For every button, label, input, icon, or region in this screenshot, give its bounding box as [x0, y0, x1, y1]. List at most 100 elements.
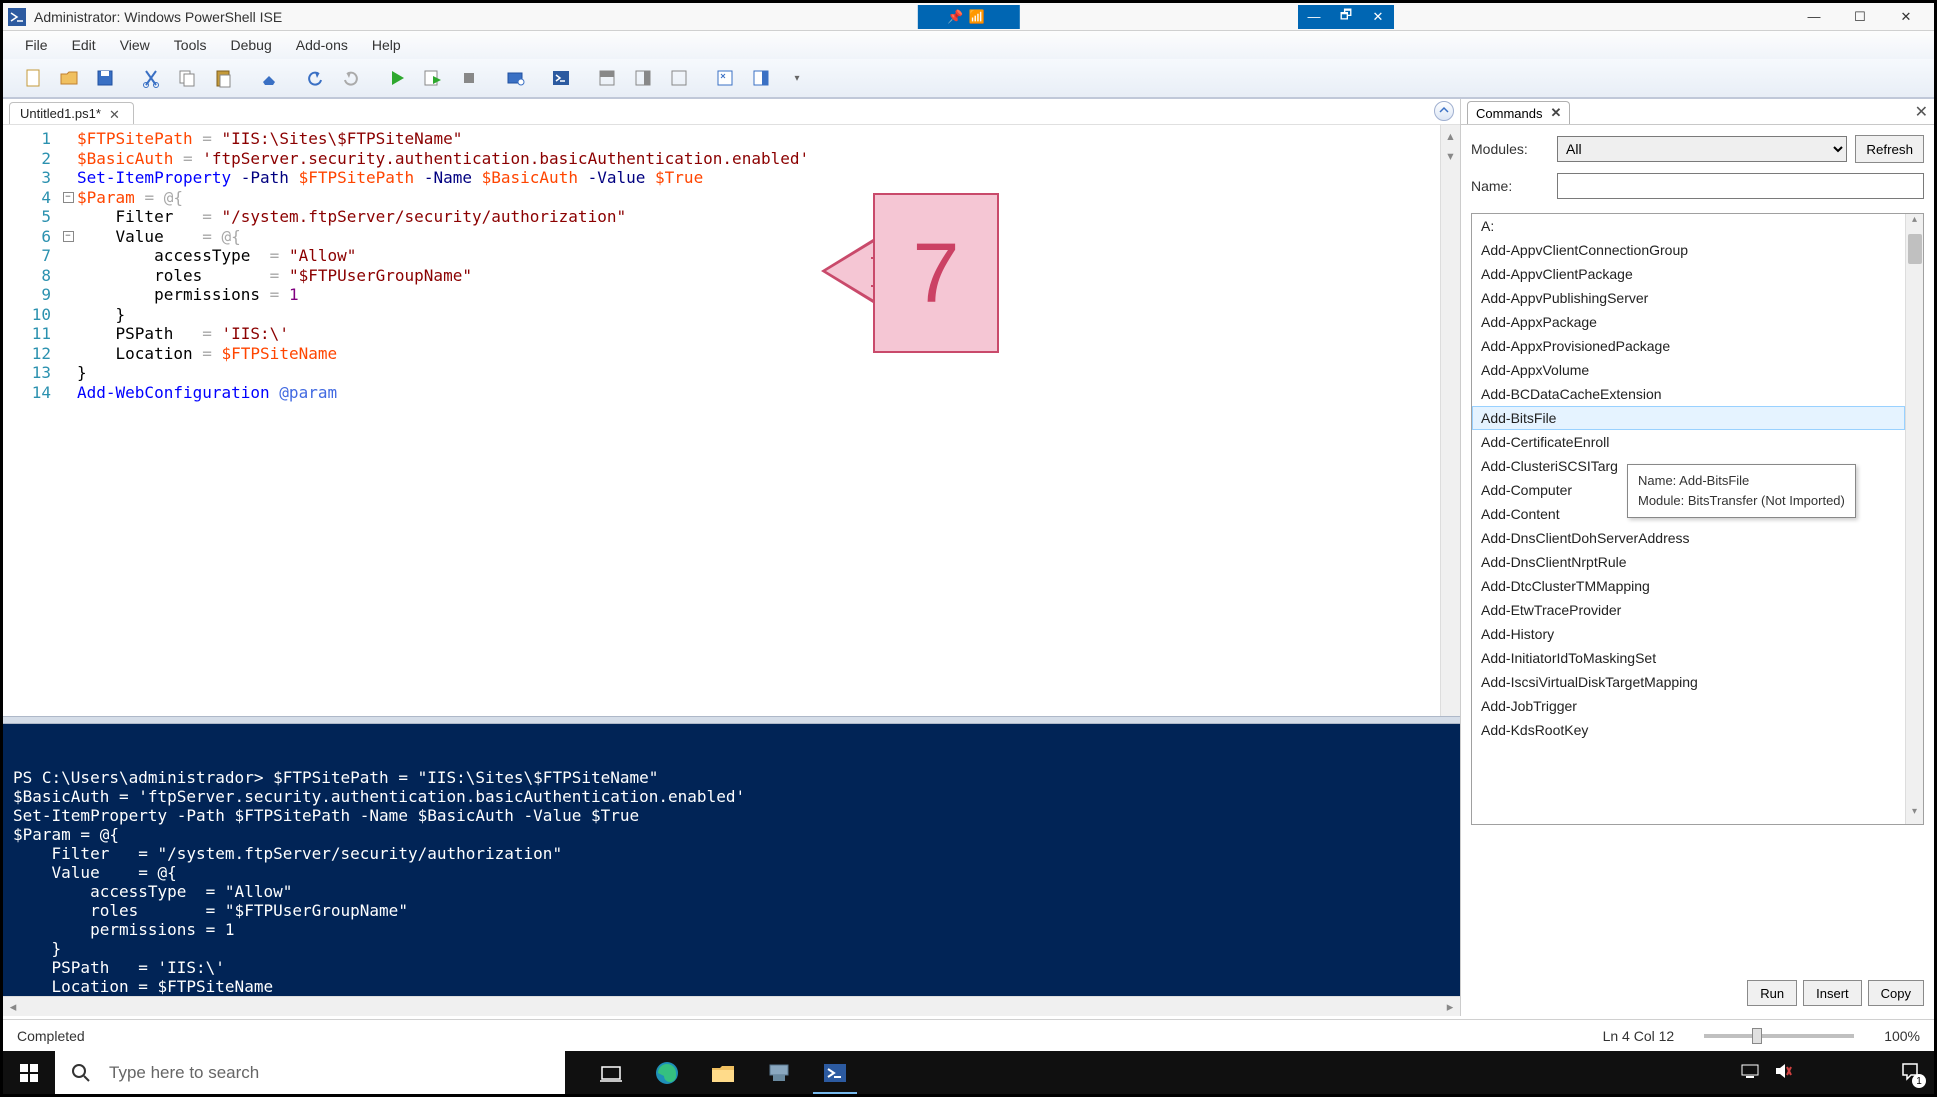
- stop-button[interactable]: [451, 62, 487, 94]
- name-filter-input[interactable]: [1557, 173, 1924, 199]
- save-button[interactable]: [87, 62, 123, 94]
- inner-restore-button[interactable]: 🗗: [1330, 5, 1362, 29]
- server-manager-taskbar-icon[interactable]: [751, 1051, 807, 1094]
- inner-minimize-button[interactable]: —: [1298, 5, 1330, 29]
- command-item[interactable]: Add-EtwTraceProvider: [1472, 598, 1905, 622]
- command-item[interactable]: Add-AppvClientPackage: [1472, 262, 1905, 286]
- new-button[interactable]: [15, 62, 51, 94]
- console-pane[interactable]: PS C:\Users\administrador> $FTPSitePath …: [3, 724, 1460, 996]
- toolbar-overflow[interactable]: ▾: [779, 62, 815, 94]
- run-command-button[interactable]: Run: [1747, 980, 1797, 1006]
- scroll-up-icon[interactable]: ▴: [1441, 125, 1460, 145]
- command-item[interactable]: Add-KdsRootKey: [1472, 718, 1905, 742]
- commands-tab[interactable]: Commands ✕: [1467, 101, 1570, 124]
- menu-file[interactable]: File: [13, 33, 60, 57]
- command-item[interactable]: Add-InitiatorIdToMaskingSet: [1472, 646, 1905, 670]
- scroll-left-icon[interactable]: ◂: [3, 999, 23, 1015]
- command-item[interactable]: Add-IscsiVirtualDiskTargetMapping: [1472, 670, 1905, 694]
- zoom-slider-thumb[interactable]: [1752, 1028, 1762, 1044]
- maximize-button[interactable]: ☐: [1837, 5, 1883, 29]
- tray-volume-icon[interactable]: [1774, 1063, 1792, 1082]
- command-item[interactable]: Add-DnsClientDohServerAddress: [1472, 526, 1905, 550]
- menu-tools[interactable]: Tools: [162, 33, 219, 57]
- scroll-down-icon[interactable]: ▾: [1441, 145, 1460, 165]
- powershell-ise-taskbar-icon[interactable]: [807, 1051, 863, 1094]
- scroll-down-icon[interactable]: ▾: [1906, 806, 1923, 824]
- fold-gutter: −−: [59, 125, 77, 716]
- scrollbar-thumb[interactable]: [1908, 234, 1922, 264]
- zoom-slider[interactable]: [1704, 1034, 1854, 1038]
- command-item[interactable]: Add-AppvClientConnectionGroup: [1472, 238, 1905, 262]
- editor-tab[interactable]: Untitled1.ps1* ✕: [9, 102, 134, 124]
- taskbar-search[interactable]: Type here to search: [55, 1051, 565, 1094]
- explorer-taskbar-icon[interactable]: [695, 1051, 751, 1094]
- commands-pane-close-icon[interactable]: ✕: [1915, 102, 1928, 122]
- commands-scrollbar[interactable]: ▴ ▾: [1905, 214, 1923, 824]
- clear-button[interactable]: [251, 62, 287, 94]
- tab-close-icon[interactable]: ✕: [109, 107, 123, 121]
- minimize-button[interactable]: —: [1791, 5, 1837, 29]
- scroll-up-icon[interactable]: ▴: [1906, 214, 1923, 232]
- task-view-button[interactable]: [583, 1051, 639, 1094]
- commands-list[interactable]: A:Add-AppvClientConnectionGroupAdd-AppvC…: [1472, 214, 1905, 824]
- start-button[interactable]: [3, 1051, 55, 1094]
- refresh-button[interactable]: Refresh: [1855, 135, 1924, 163]
- command-item[interactable]: Add-BCDataCacheExtension: [1472, 382, 1905, 406]
- command-item[interactable]: Add-AppxPackage: [1472, 310, 1905, 334]
- menu-edit[interactable]: Edit: [60, 33, 108, 57]
- command-item[interactable]: Add-History: [1472, 622, 1905, 646]
- edge-taskbar-icon[interactable]: [639, 1051, 695, 1094]
- toolbar: ▾: [3, 59, 1934, 99]
- close-button[interactable]: ✕: [1883, 5, 1929, 29]
- command-item[interactable]: A:: [1472, 214, 1905, 238]
- windows-taskbar: Type here to search 1: [3, 1051, 1934, 1094]
- command-item[interactable]: Add-BitsFile: [1472, 406, 1905, 430]
- show-script-pane-max-button[interactable]: [661, 62, 697, 94]
- fold-toggle[interactable]: −: [63, 231, 74, 242]
- run-selection-button[interactable]: [415, 62, 451, 94]
- menu-addons[interactable]: Add-ons: [284, 33, 360, 57]
- copy-button[interactable]: [169, 62, 205, 94]
- scroll-right-icon[interactable]: ▸: [1440, 999, 1460, 1015]
- command-item[interactable]: Add-DtcClusterTMMapping: [1472, 574, 1905, 598]
- command-item[interactable]: Add-AppxProvisionedPackage: [1472, 334, 1905, 358]
- command-item[interactable]: Add-JobTrigger: [1472, 694, 1905, 718]
- undo-button[interactable]: [297, 62, 333, 94]
- insert-command-button[interactable]: Insert: [1803, 980, 1862, 1006]
- run-button[interactable]: [379, 62, 415, 94]
- commands-tab-close-icon[interactable]: ✕: [1550, 105, 1561, 121]
- new-remote-button[interactable]: [497, 62, 533, 94]
- status-bar: Completed Ln 4 Col 12 100%: [3, 1019, 1934, 1051]
- menu-view[interactable]: View: [108, 33, 162, 57]
- powershell-button[interactable]: [543, 62, 579, 94]
- notifications-button[interactable]: 1: [1900, 1061, 1920, 1084]
- command-item[interactable]: Add-AppxVolume: [1472, 358, 1905, 382]
- show-command-button[interactable]: [707, 62, 743, 94]
- open-button[interactable]: [51, 62, 87, 94]
- tooltip-module: Module: BitsTransfer (Not Imported): [1638, 491, 1845, 511]
- command-item[interactable]: Add-DnsClientNrptRule: [1472, 550, 1905, 574]
- paste-button[interactable]: [205, 62, 241, 94]
- status-text: Completed: [17, 1028, 85, 1044]
- command-item[interactable]: Add-CertificateEnroll: [1472, 430, 1905, 454]
- inner-close-button[interactable]: ✕: [1362, 5, 1394, 29]
- horizontal-splitter[interactable]: [3, 716, 1460, 724]
- command-item[interactable]: Add-AppvPublishingServer: [1472, 286, 1905, 310]
- script-editor[interactable]: 1234567891011121314 −− $FTPSitePath = "I…: [3, 125, 1460, 716]
- cut-button[interactable]: [133, 62, 169, 94]
- copy-command-button[interactable]: Copy: [1868, 980, 1924, 1006]
- collapse-script-pane-button[interactable]: [1434, 101, 1454, 121]
- redo-button[interactable]: [333, 62, 369, 94]
- show-script-pane-top-button[interactable]: [589, 62, 625, 94]
- editor-vertical-scrollbar[interactable]: ▴ ▾: [1440, 125, 1460, 716]
- fold-toggle[interactable]: −: [63, 192, 74, 203]
- code-content[interactable]: $FTPSitePath = "IIS:\Sites\$FTPSiteName"…: [77, 125, 1460, 716]
- editor-tab-strip: Untitled1.ps1* ✕: [3, 99, 1460, 125]
- menu-debug[interactable]: Debug: [218, 33, 283, 57]
- show-command-addon-button[interactable]: [743, 62, 779, 94]
- menu-help[interactable]: Help: [360, 33, 413, 57]
- show-script-pane-right-button[interactable]: [625, 62, 661, 94]
- modules-dropdown[interactable]: All: [1557, 136, 1847, 162]
- tray-network-icon[interactable]: [1740, 1063, 1760, 1082]
- console-horizontal-scrollbar[interactable]: ◂ ▸: [3, 996, 1460, 1016]
